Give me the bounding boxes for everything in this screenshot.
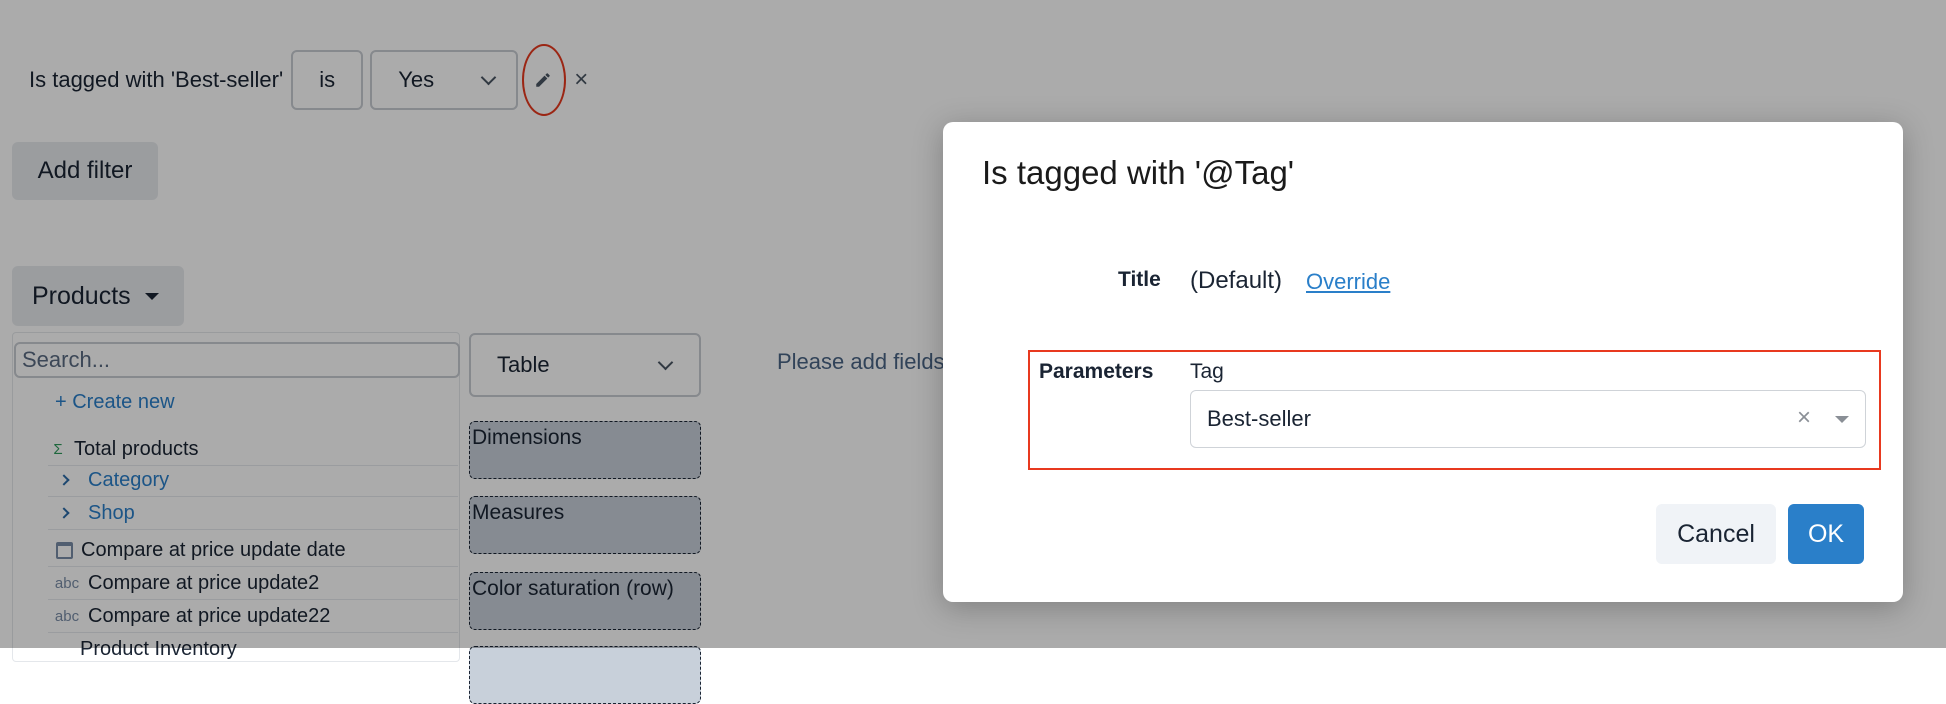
tag-parameter-value: Best-seller	[1207, 406, 1311, 431]
extra-drop-zone[interactable]	[469, 646, 701, 704]
override-title-link[interactable]: Override	[1306, 269, 1390, 295]
title-default-value: (Default)	[1190, 267, 1283, 294]
clear-icon[interactable]: ×	[1797, 404, 1811, 432]
dropdown-arrow-icon[interactable]	[1835, 416, 1849, 423]
tag-parameter-select[interactable]: Best-seller ×	[1190, 390, 1866, 448]
tag-parameter-label: Tag	[1190, 360, 1224, 383]
title-row-label: Title	[1118, 268, 1161, 291]
parameters-label: Parameters	[1039, 360, 1154, 383]
edit-filter-dialog: Is tagged with '@Tag' Title (Default) Ov…	[943, 122, 1903, 602]
ok-button[interactable]: OK	[1788, 504, 1864, 564]
cancel-button[interactable]: Cancel	[1656, 504, 1776, 564]
dialog-title: Is tagged with '@Tag'	[982, 154, 1295, 191]
